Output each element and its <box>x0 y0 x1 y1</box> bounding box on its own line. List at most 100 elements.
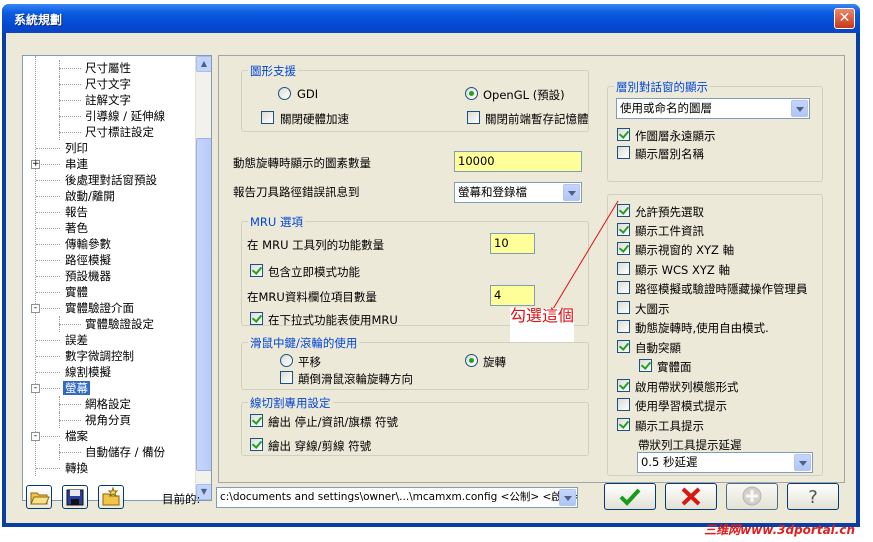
tree-item[interactable]: 自動儲存 / 備份 <box>83 444 167 460</box>
tree-item-label: 尺寸屬性 <box>85 61 131 75</box>
tree-item[interactable]: 傳輸參數 <box>63 236 113 252</box>
include-immediate-checkbox[interactable] <box>250 264 263 277</box>
rotate-radio[interactable] <box>465 354 478 367</box>
tree-item[interactable]: 報告 <box>63 204 90 220</box>
mru-bar-items-input[interactable]: 4 <box>490 285 535 306</box>
scroll-up-icon[interactable]: ▲ <box>196 56 211 72</box>
tree-connector <box>59 68 81 69</box>
disable-hw-accel-checkbox[interactable] <box>261 111 274 124</box>
option-checkbox[interactable] <box>617 379 630 392</box>
tree-item[interactable]: 網格設定 <box>83 396 133 412</box>
apply-button[interactable] <box>726 483 778 510</box>
permanent-main-checkbox[interactable] <box>617 128 630 141</box>
opengl-radio[interactable] <box>465 87 478 100</box>
open-file-button[interactable] <box>26 485 52 509</box>
pan-label: 平移 <box>298 355 321 369</box>
tree-item[interactable]: 尺寸屬性 <box>83 60 133 76</box>
current-config-select[interactable]: c:\documents and settings\owner\...\mcam… <box>216 487 578 508</box>
category-tree[interactable]: ▲ ▼ 尺寸屬性 尺寸文字 註解文字 引導線 / 延伸線 尺寸標註設定 列印 + 串連 後處理對… <box>22 55 212 501</box>
option-checkbox[interactable] <box>617 340 630 353</box>
option-checkbox[interactable] <box>617 223 630 236</box>
tree-connector <box>36 340 60 341</box>
layer-display-select[interactable]: 使用或命名的圖層 <box>616 98 810 119</box>
tree-item[interactable]: 列印 <box>63 140 90 156</box>
mru-count-input[interactable]: 10 <box>490 233 535 254</box>
tree-item[interactable]: 螢幕 <box>63 380 90 396</box>
option-checkbox[interactable] <box>617 262 630 275</box>
close-button[interactable]: ✕ <box>834 8 855 29</box>
tree-item-label: 註解文字 <box>85 93 131 107</box>
tree-item[interactable]: 尺寸標註設定 <box>83 124 156 140</box>
chevron-down-icon[interactable] <box>559 489 576 506</box>
dynamic-rotation-input[interactable]: 10000 <box>454 151 582 172</box>
tree-item[interactable]: 實體 <box>63 284 90 300</box>
option-checkbox[interactable] <box>617 242 630 255</box>
option-checkbox[interactable] <box>639 359 652 372</box>
option-checkbox[interactable] <box>617 281 630 294</box>
option-checkbox[interactable] <box>617 398 630 411</box>
tree-item[interactable]: 註解文字 <box>83 92 133 108</box>
opengl-label: OpenGL (預設) <box>483 88 565 102</box>
draw-thread-symbol-checkbox[interactable] <box>250 438 263 451</box>
display-options-group: 允許預先選取 顯示工件資訊 顯示視窗的 XYZ 軸顯示 WCS XYZ 軸路徑模擬或… <box>607 194 823 476</box>
tree-item[interactable]: 視角分頁 <box>83 412 133 428</box>
tree-item[interactable]: 後處理對話窗預設 <box>63 172 159 188</box>
tree-item-label: 著色 <box>65 221 88 235</box>
ok-button[interactable] <box>604 483 656 510</box>
wirecut-title: 線切割專用設定 <box>248 395 333 411</box>
tree-item[interactable]: 實體驗證介面 <box>63 300 136 316</box>
pan-radio[interactable] <box>280 354 293 367</box>
gdi-radio[interactable] <box>278 87 291 100</box>
collapse-icon[interactable]: - <box>31 384 40 393</box>
option-checkbox[interactable] <box>617 418 630 431</box>
layer-dialog-title: 層別對話窗的顯示 <box>614 79 710 95</box>
tree-item[interactable]: 著色 <box>63 220 90 236</box>
help-button[interactable]: ? <box>787 483 839 510</box>
draw-stop-symbol-checkbox[interactable] <box>250 414 263 427</box>
option-checkbox[interactable] <box>617 320 630 333</box>
tooltip-delay-select[interactable]: 0.5 秒延遲 <box>637 452 813 473</box>
collapse-icon[interactable]: - <box>31 304 40 313</box>
tree-connector <box>36 356 60 357</box>
tree-item[interactable]: 預設機器 <box>63 268 113 284</box>
tree-item[interactable]: 實體驗證設定 <box>83 316 156 332</box>
scroll-thumb[interactable] <box>196 138 211 471</box>
expand-icon[interactable]: + <box>31 160 40 169</box>
tree-connector <box>36 260 60 261</box>
tree-item[interactable]: 尺寸文字 <box>83 76 133 92</box>
title-bar[interactable]: 系統規劃 ✕ <box>2 4 860 33</box>
show-layer-names-checkbox[interactable] <box>617 146 630 159</box>
save-file-button[interactable] <box>62 485 88 509</box>
tree-item[interactable]: 引導線 / 延伸線 <box>83 108 167 124</box>
tree-item[interactable]: 串連 <box>63 156 90 172</box>
cancel-button[interactable] <box>665 483 717 510</box>
tree-guide-line <box>59 108 60 124</box>
mru-count-label: 在 MRU 工具列的功能數量 <box>247 238 385 252</box>
dropdown-use-mru-checkbox[interactable] <box>250 312 263 325</box>
include-immediate-label: 包含立即模式功能 <box>268 265 360 279</box>
dialog-window: 系統規劃 ✕ ▲ ▼ 尺寸屬性 尺寸文字 註解文字 引導線 / 延伸線 尺寸標註設定 列印… <box>2 4 860 527</box>
chevron-down-icon[interactable] <box>563 184 580 201</box>
tree-item[interactable]: 路徑模擬 <box>63 252 113 268</box>
dialog-client: ▲ ▼ 尺寸屬性 尺寸文字 註解文字 引導線 / 延伸線 尺寸標註設定 列印 + 串連 後處理對… <box>6 33 856 523</box>
chevron-down-icon[interactable] <box>791 100 808 117</box>
disable-front-buffer-checkbox[interactable] <box>467 111 480 124</box>
tree-item[interactable]: 檔案 <box>63 428 90 444</box>
option-checkbox[interactable] <box>617 204 630 217</box>
tree-item[interactable]: 數字微調控制 <box>63 348 136 364</box>
chevron-down-icon[interactable] <box>794 454 811 471</box>
toolpath-report-select[interactable]: 螢幕和登錄檔 <box>454 182 582 203</box>
option-checkbox[interactable] <box>617 301 630 314</box>
collapse-icon[interactable]: - <box>31 432 40 441</box>
tree-guide-line <box>59 316 60 332</box>
tree-item[interactable]: 線割模擬 <box>63 364 113 380</box>
tree-item[interactable]: 轉換 <box>63 460 90 476</box>
reverse-wheel-checkbox[interactable] <box>280 371 293 384</box>
annotation-text: 勾選這個 <box>510 306 575 325</box>
tree-scrollbar[interactable]: ▲ ▼ <box>195 56 211 500</box>
tree-item-label: 線割模擬 <box>65 365 111 379</box>
current-config-label: 目前的: <box>162 492 201 506</box>
tree-item[interactable]: 啟動/離開 <box>63 188 117 204</box>
tree-item[interactable]: 誤差 <box>63 332 90 348</box>
merge-file-button[interactable] <box>98 485 124 509</box>
